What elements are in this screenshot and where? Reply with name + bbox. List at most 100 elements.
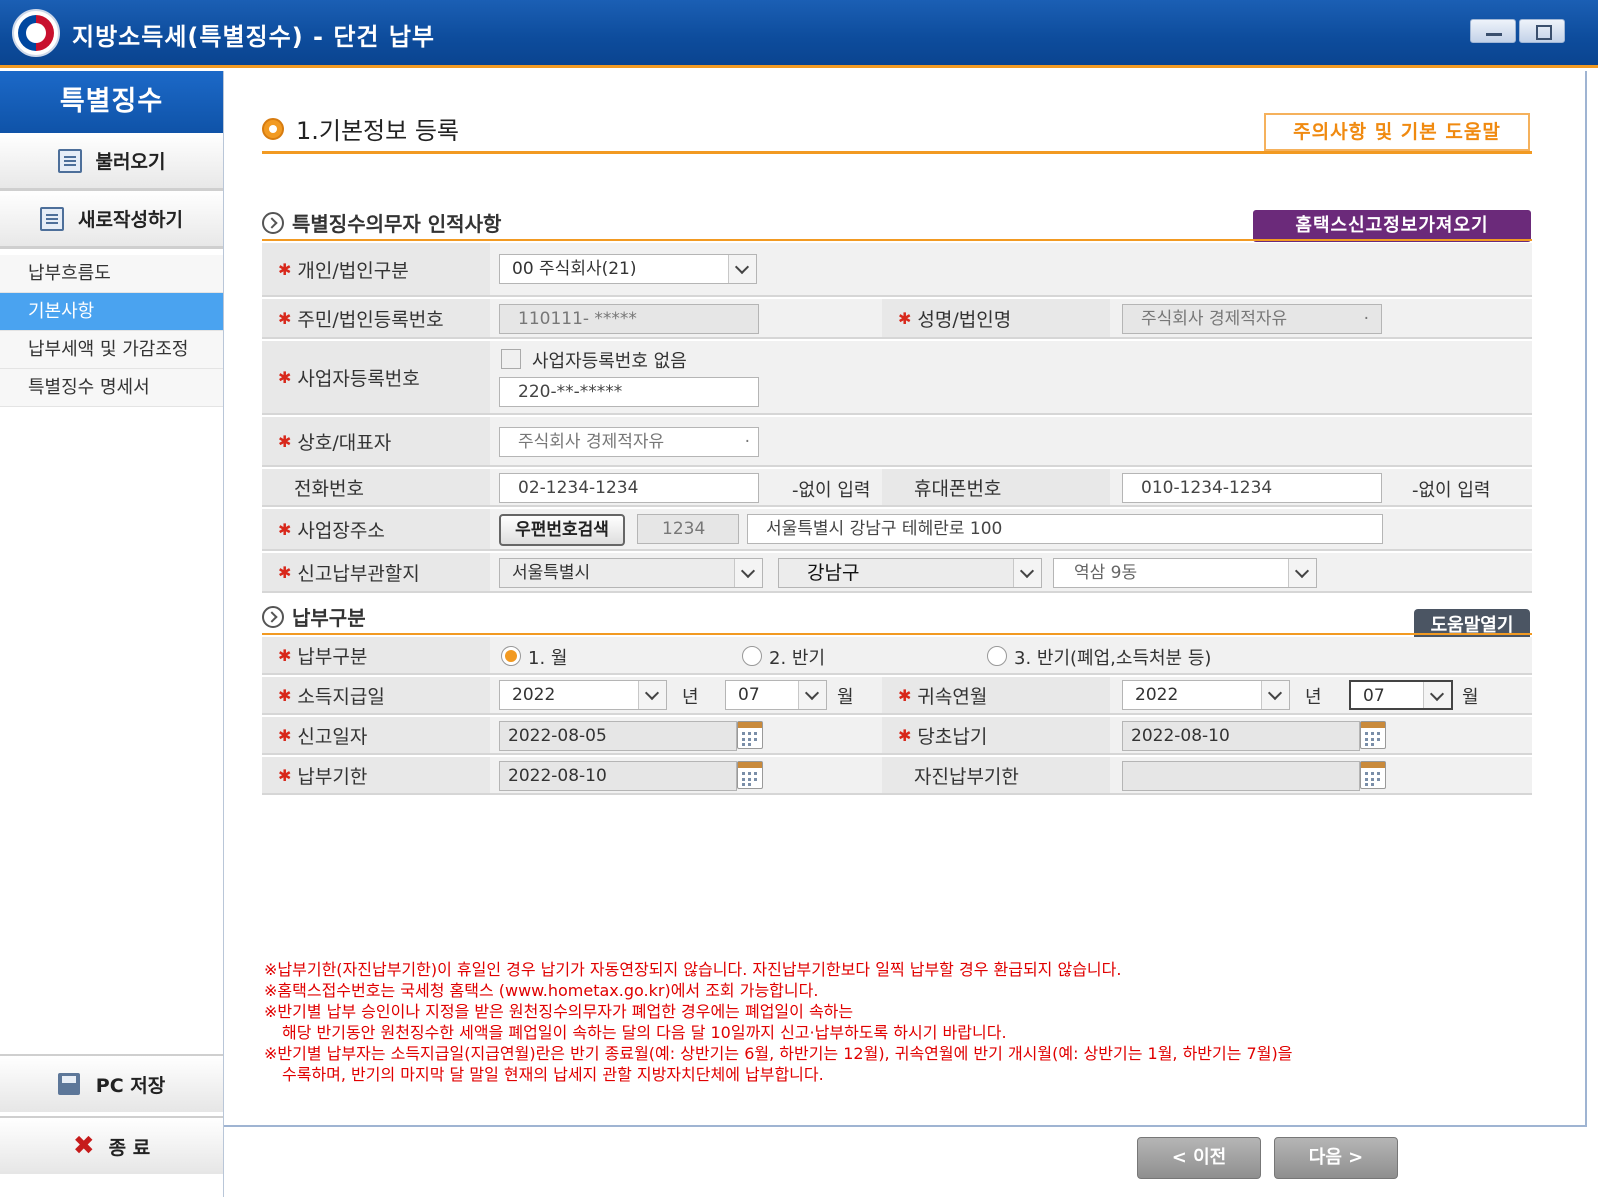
calendar-icon[interactable] [1360,761,1386,789]
load-button-label: 불러오기 [95,151,166,173]
payment-section-title: 납부구분 [262,602,366,631]
radio-monthly[interactable] [501,646,521,666]
due-date-row: ✱ 납부기한 2022-08-10 자진납부기한 [262,757,1532,795]
chevron-down-icon [1013,559,1041,587]
close-icon: ✖ [72,1131,95,1161]
maximize-button[interactable] [1519,19,1565,43]
window-title: 지방소득세(특별징수) - 단건 납부 [72,23,436,51]
radio-half-year-closure-label: 3. 반기(폐업,소득처분 등) [1014,648,1212,669]
pay-date-label: 소득지급일 [297,685,385,708]
orig-due-label: 당초납기 [917,725,988,748]
chevron-right-icon [262,211,284,234]
year-unit: 년 [682,687,699,708]
floppy-disk-icon [57,1073,80,1095]
sidebar-item-basic-info[interactable]: 기본사항 [0,293,223,331]
agent-section-title: 특별징수의무자 인적사항 [262,208,501,237]
entity-type-select[interactable]: 00 주식회사(21) [499,254,757,284]
radio-half-year[interactable] [742,646,762,666]
report-date-label: 신고일자 [297,725,368,748]
page-title: 1.기본정보 등록 [262,111,459,146]
calendar-icon[interactable] [1360,721,1386,749]
page-title-text: 1.기본정보 등록 [296,117,460,145]
prev-button[interactable]: < 이전 [1137,1137,1261,1179]
company-representative-input[interactable]: 주식회사 경제적자유 · [499,427,759,457]
next-button[interactable]: 다음 > [1274,1137,1398,1179]
orig-due-input[interactable]: 2022-08-10 [1122,721,1360,751]
self-due-input[interactable] [1122,761,1360,791]
pay-month-select[interactable]: 07 [725,680,827,710]
address-row: ✱ 사업장주소 우편번호검색 1234 서울특별시 강남구 테헤란로 100 [262,509,1532,551]
phone-input[interactable]: 02-1234-1234 [499,473,759,503]
notice-line: ※반기별 납부 승인이나 지정을 받은 원천징수의무자가 폐업한 경우에는 폐업… [264,1002,854,1021]
due-date-input[interactable]: 2022-08-10 [499,761,737,791]
notice-line: ※납부기한(자진납부기한)이 휴일인 경우 납기가 자동연장되지 않습니다. 자… [264,960,1122,979]
pay-date-row: ✱ 소득지급일 2022 년 07 월 ✱ 귀속연월 2022 년 07 월 [262,677,1532,715]
address-label: 사업장주소 [297,519,385,542]
notice-line: 해당 반기동안 원천징수한 세액을 폐업일이 속하는 달의 다음 달 10일까지… [282,1023,1007,1042]
phone-row: 전화번호 02-1234-1234 -없이 입력 휴대폰번호 010-1234-… [262,469,1532,507]
chevron-right-icon [262,605,284,628]
attr-year-unit: 년 [1305,687,1322,708]
main-panel: 1.기본정보 등록 주의사항 및 기본 도움말 특별징수의무자 인적사항 홈택스… [224,71,1587,1197]
notice-line: ※홈택스접수번호는 국세청 홈택스 (www.hometax.go.kr)에서 … [264,981,819,1000]
address-input[interactable]: 서울특별시 강남구 테헤란로 100 [747,514,1383,544]
reg-no-input[interactable]: 110111- ***** [499,304,759,334]
radio-half-year-closure[interactable] [987,646,1007,666]
attr-year-select[interactable]: 2022 [1122,680,1290,710]
exit-label: 종 료 [108,1136,151,1159]
pc-save-button[interactable]: PC 저장 [0,1054,223,1112]
report-date-input[interactable]: 2022-08-05 [499,721,737,751]
notice-line: ※반기별 납부자는 소득지급일(지급연월)란은 반기 종료월(예: 상반기는 6… [264,1044,1293,1063]
government-logo-icon [12,9,60,57]
hometax-import-button[interactable]: 홈택스신고정보가져오기 [1253,210,1531,242]
attr-month-label: 귀속연월 [917,685,988,708]
pc-save-label: PC 저장 [95,1074,166,1097]
new-form-button[interactable]: 새로작성하기 [0,191,223,249]
city-select[interactable]: 서울특별시 [499,558,763,588]
exit-button[interactable]: ✖ 종 료 [0,1116,223,1174]
bullet-icon [262,117,284,140]
biz-no-label: 사업자등록번호 [297,367,420,390]
notice-text: ※납부기한(자진납부기한)이 휴일인 경우 납기가 자동연장되지 않습니다. 자… [264,959,1554,1085]
sidebar: 특별징수 불러오기 새로작성하기 납부흐름도 기본사항 납부세액 및 가감조정 … [0,71,224,1197]
mobile-input[interactable]: 010-1234-1234 [1122,473,1382,503]
mobile-hint: -없이 입력 [1412,480,1491,501]
zip-search-button[interactable]: 우편번호검색 [499,514,625,546]
sidebar-item-tax-adjustment[interactable]: 납부세액 및 가감조정 [0,331,223,369]
chevron-down-icon [798,681,826,709]
no-biz-no-checkbox[interactable] [501,349,521,369]
entity-type-row: ✱ 개인/법인구분 00 주식회사(21) [262,243,1532,297]
chevron-down-icon [734,559,762,587]
phone-label: 전화번호 [294,477,364,500]
due-date-label: 납부기한 [297,765,368,788]
chevron-down-icon [1288,559,1316,587]
no-biz-no-label: 사업자등록번호 없음 [532,351,687,372]
sidebar-item-statement[interactable]: 특별징수 명세서 [0,369,223,407]
biz-no-input[interactable]: 220-**-***** [499,377,759,407]
dong-select[interactable]: 역삼 9동 [1053,558,1317,588]
name-label: 성명/법인명 [917,308,1012,331]
help-notes-button[interactable]: 주의사항 및 기본 도움말 [1264,113,1530,151]
chevron-down-icon [1423,682,1451,708]
zip-code-input[interactable]: 1234 [637,514,739,544]
calendar-icon[interactable] [737,761,763,789]
attr-month-select[interactable]: 07 [1349,680,1453,710]
load-document-icon [57,148,82,173]
self-due-label: 자진납부기한 [914,765,1019,788]
calendar-icon[interactable] [737,721,763,749]
district-select[interactable]: 강남구 [778,558,1042,588]
minimize-button[interactable] [1470,19,1516,43]
load-button[interactable]: 불러오기 [0,133,223,191]
chevron-down-icon [638,681,666,709]
company-label: 상호/대표자 [297,431,392,454]
sidebar-item-payment-flow[interactable]: 납부흐름도 [0,255,223,293]
reg-no-label: 주민/법인등록번호 [297,308,444,331]
chevron-down-icon [1261,681,1289,709]
pay-year-select[interactable]: 2022 [499,680,667,710]
payment-type-row: ✱ 납부구분 1. 월 2. 반기 3. 반기(폐업,소득처분 등) [262,637,1532,675]
month-unit: 월 [837,687,854,708]
company-name-input[interactable]: 주식회사 경제적자유 · [1122,304,1382,334]
attr-month-unit: 월 [1462,687,1479,708]
phone-hint: -없이 입력 [792,480,871,501]
biz-no-row: ✱ 사업자등록번호 사업자등록번호 없음 220-**-***** [262,341,1532,415]
